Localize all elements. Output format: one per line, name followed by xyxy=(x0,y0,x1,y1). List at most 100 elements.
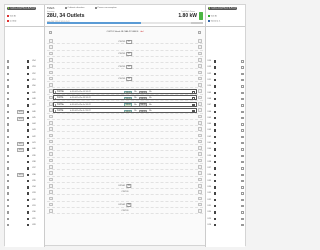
left-plug-icon[interactable] xyxy=(48,76,53,81)
select-checkbox[interactable] xyxy=(6,60,9,63)
select-checkbox[interactable] xyxy=(6,110,9,113)
outlet-switch-icon[interactable] xyxy=(27,192,30,195)
left-plug-icon[interactable] xyxy=(48,171,53,175)
outlet-switch-icon[interactable] xyxy=(214,211,217,214)
left-plug-icon[interactable] xyxy=(48,133,53,138)
outlet-switch-icon[interactable] xyxy=(27,148,30,151)
outlet-switch-icon[interactable] xyxy=(214,142,217,145)
right-plug-icon[interactable] xyxy=(197,209,202,213)
left-plug-icon[interactable] xyxy=(48,196,53,201)
right-plug-icon[interactable] xyxy=(197,183,202,188)
select-checkbox[interactable] xyxy=(6,104,9,107)
select-checkbox[interactable] xyxy=(241,97,244,101)
expand-arrow-icon[interactable] xyxy=(54,97,56,100)
right-plug-icon[interactable] xyxy=(197,171,202,175)
outlet-switch-icon[interactable] xyxy=(214,154,217,158)
left-plug-icon[interactable] xyxy=(48,102,53,106)
outlet-switch-icon[interactable] xyxy=(27,72,30,76)
outlet-switch-icon[interactable] xyxy=(27,60,30,63)
select-checkbox[interactable] xyxy=(6,85,9,88)
outlet-switch-icon[interactable] xyxy=(27,142,30,145)
outlet-switch-icon[interactable] xyxy=(214,148,217,151)
select-checkbox[interactable] xyxy=(241,110,244,113)
select-checkbox[interactable] xyxy=(6,66,9,69)
select-checkbox[interactable] xyxy=(6,198,9,202)
right-plug-icon[interactable] xyxy=(197,102,202,106)
select-checkbox[interactable] xyxy=(241,192,244,195)
select-checkbox[interactable] xyxy=(6,135,9,139)
right-plug-icon[interactable] xyxy=(197,108,202,112)
select-checkbox[interactable] xyxy=(241,116,244,120)
right-plug-icon[interactable] xyxy=(197,45,202,49)
left-plug-icon[interactable] xyxy=(48,202,53,207)
left-plug-icon[interactable] xyxy=(48,127,53,131)
device-row[interactable]: TCP7A fc:8f:44:1d:2e:4a S3-22 3/8-06 2A 1/8-… xyxy=(53,101,197,107)
right-plug-icon[interactable] xyxy=(197,64,202,68)
outlet-switch-icon[interactable] xyxy=(27,66,30,69)
outlet-switch-icon[interactable] xyxy=(27,211,30,214)
right-plug-icon[interactable] xyxy=(197,76,202,81)
device-row[interactable]: TCP79 fc:8f:44:1d:2e:48 S3-22 3/8-06 2A 1/8-… xyxy=(53,95,197,101)
device-settings-icon[interactable] xyxy=(192,97,195,100)
right-plug-icon[interactable] xyxy=(197,196,202,201)
right-plug-icon[interactable] xyxy=(197,139,202,144)
select-checkbox[interactable] xyxy=(241,217,244,220)
select-checkbox[interactable] xyxy=(241,167,244,170)
device-settings-icon[interactable] xyxy=(192,110,195,112)
outlet-switch-icon[interactable] xyxy=(214,186,217,189)
select-checkbox[interactable] xyxy=(6,167,9,170)
left-plug-icon[interactable] xyxy=(48,190,53,194)
outlet-switch-icon[interactable] xyxy=(214,179,217,183)
select-checkbox[interactable] xyxy=(241,205,244,208)
outlet-switch-icon[interactable] xyxy=(27,91,30,95)
left-plug-icon[interactable] xyxy=(48,39,53,43)
right-plug-icon[interactable] xyxy=(197,190,202,194)
select-checkbox[interactable] xyxy=(6,72,9,76)
left-plug-icon[interactable] xyxy=(48,177,53,182)
outlet-switch-icon[interactable] xyxy=(27,116,30,120)
outlet-switch-icon[interactable] xyxy=(214,110,217,113)
select-checkbox[interactable] xyxy=(6,154,9,158)
outlet-switch-icon[interactable] xyxy=(27,167,30,170)
select-checkbox[interactable] xyxy=(241,123,244,126)
outlet-switch-icon[interactable] xyxy=(27,123,30,126)
outlet-switch-icon[interactable] xyxy=(214,205,217,208)
device-row[interactable]: TCP7B fc:8f:44:1d:2e:44 S3-22 3/8-06 2A 1/8-… xyxy=(53,88,197,94)
outlet-switch-icon[interactable] xyxy=(27,85,30,88)
outlet-switch-icon[interactable] xyxy=(214,72,217,76)
select-checkbox[interactable] xyxy=(241,85,244,88)
left-feed-pill[interactable]: nudeo-104-P8-01 A-Feed xyxy=(6,6,37,10)
right-plug-icon[interactable] xyxy=(197,89,202,94)
outlet-switch-icon[interactable] xyxy=(27,129,30,132)
select-checkbox[interactable] xyxy=(6,186,9,189)
select-checkbox[interactable] xyxy=(6,205,9,208)
select-checkbox[interactable] xyxy=(6,97,9,101)
select-checkbox[interactable] xyxy=(241,223,244,227)
left-plug-icon[interactable] xyxy=(48,165,53,169)
outlet-switch-icon[interactable] xyxy=(214,97,217,101)
outlet-switch-icon[interactable] xyxy=(214,173,217,176)
expand-arrow-icon[interactable] xyxy=(54,91,56,93)
left-plug-icon[interactable] xyxy=(48,83,53,87)
left-plug-icon[interactable] xyxy=(48,158,53,163)
outlet-switch-icon[interactable] xyxy=(214,192,217,195)
select-checkbox[interactable] xyxy=(241,142,244,145)
left-plug-icon[interactable] xyxy=(48,51,53,56)
outlet-switch-icon[interactable] xyxy=(27,135,30,139)
outlet-switch-icon[interactable] xyxy=(27,198,30,202)
select-checkbox[interactable] xyxy=(241,173,244,176)
outlet-switch-icon[interactable] xyxy=(27,179,30,183)
expand-arrow-icon[interactable] xyxy=(54,110,56,112)
right-plug-icon[interactable] xyxy=(197,158,202,163)
outlet-switch-icon[interactable] xyxy=(214,217,217,220)
right-plug-icon[interactable] xyxy=(197,165,202,169)
left-plug-icon[interactable] xyxy=(48,120,53,125)
select-checkbox[interactable] xyxy=(241,66,244,69)
select-checkbox[interactable] xyxy=(241,160,244,164)
left-plug-icon[interactable] xyxy=(48,139,53,144)
select-checkbox[interactable] xyxy=(241,198,244,202)
select-checkbox[interactable] xyxy=(241,129,244,132)
select-checkbox[interactable] xyxy=(241,104,244,107)
outlet-switch-icon[interactable] xyxy=(27,160,30,164)
select-checkbox[interactable] xyxy=(6,160,9,164)
